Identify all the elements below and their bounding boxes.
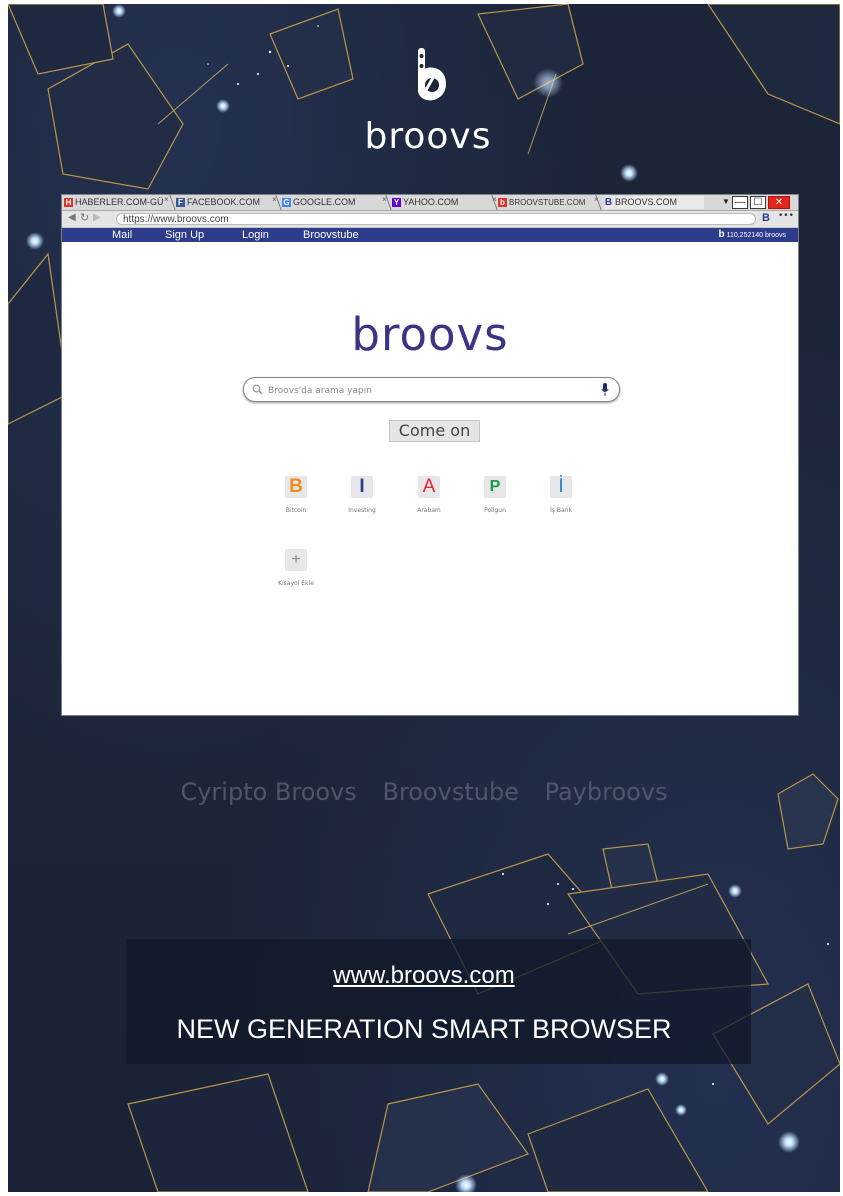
top-link-bar: Mail Sign Up Login Broovstube b 110,25214…: [62, 228, 798, 242]
tagline: NEW GENERATION SMART BROWSER: [176, 1014, 672, 1044]
facebook-favicon-icon: F: [176, 198, 185, 208]
broovs-favicon-icon: B: [604, 197, 613, 209]
poligun-shortcut-icon: P: [484, 476, 506, 498]
broovstube-favicon-icon: b: [498, 198, 507, 208]
haberler-favicon-icon: H: [64, 198, 73, 208]
broovs-counter-icon: b: [718, 229, 725, 240]
product-cyripto-broovs: Cyripto Broovs: [180, 778, 357, 806]
shortcut-label: Poligun: [484, 507, 506, 514]
tab-broovstube[interactable]: bBROOVSTUBE.COM ×: [498, 195, 599, 209]
tab-label: GOOGLE.COM: [293, 197, 356, 207]
bitcoin-shortcut-icon: B: [285, 476, 307, 498]
product-broovstube: Broovstube: [382, 778, 519, 806]
browser-window: H HABERLER.COM-GÜ × F FACEBOOK.COM × G GOOG…: [61, 194, 799, 716]
shortcut-label: Arabam: [417, 507, 441, 514]
counter-value: 110,252140 broovs: [726, 232, 786, 239]
yahoo-favicon-icon: Y: [392, 198, 401, 208]
reload-icon[interactable]: ↻: [80, 211, 89, 224]
tab-label: BROOVSTUBE.COM: [509, 198, 586, 207]
site-url-link[interactable]: www.broovs.com: [333, 962, 514, 989]
product-paybroovs: Paybroovs: [544, 778, 668, 806]
tab-facebook[interactable]: F FACEBOOK.COM ×: [176, 195, 277, 209]
investing-shortcut-icon: I: [351, 476, 373, 498]
tab-haberler[interactable]: H HABERLER.COM-GÜ ×: [64, 193, 169, 209]
address-bar: ◀ ↻ ▶ https://www.broovs.com B •••: [62, 211, 798, 228]
broovs-logo-icon: [398, 44, 458, 114]
page-logo-text: broovs: [351, 308, 509, 361]
tab-broovs-active[interactable]: B BROOVS.COM: [604, 196, 704, 209]
shortcut-isbank[interactable]: İ İş Bank: [536, 476, 586, 514]
forward-arrow-icon[interactable]: ▶: [93, 212, 101, 223]
menu-dots-icon[interactable]: •••: [778, 211, 794, 221]
url-field[interactable]: https://www.broovs.com: [116, 213, 756, 225]
nav-link-mail[interactable]: Mail: [112, 228, 132, 242]
footer-band: [126, 939, 751, 1064]
arabam-shortcut-icon: A: [418, 476, 440, 498]
shortcut-label: Bitcoin: [285, 507, 307, 514]
tab-label: YAHOO.COM: [403, 197, 459, 207]
nav-link-login[interactable]: Login: [242, 228, 269, 242]
close-window-icon[interactable]: ✕: [768, 196, 790, 209]
tab-google[interactable]: G GOOGLE.COM ×: [282, 195, 387, 209]
search-box[interactable]: [243, 377, 620, 402]
tab-close-icon[interactable]: ×: [164, 193, 169, 206]
brand-logo: broovs: [348, 44, 508, 157]
tab-bar: H HABERLER.COM-GÜ × F FACEBOOK.COM × G GOOG…: [62, 195, 798, 211]
shortcut-label: Investing: [348, 507, 376, 514]
nav-link-signup[interactable]: Sign Up: [165, 228, 204, 242]
isbank-shortcut-icon: İ: [550, 476, 572, 498]
search-submit-button[interactable]: Come on: [389, 420, 480, 442]
product-list: Cyripto Broovs Broovstube Paybroovs: [8, 778, 840, 806]
minimize-icon[interactable]: —: [732, 196, 748, 209]
add-shortcut[interactable]: + Kısayol Ekle: [271, 549, 321, 587]
site-url: www.broovs.com: [8, 962, 840, 990]
tab-label: HABERLER.COM-GÜ: [75, 197, 164, 207]
search-icon: [252, 384, 263, 395]
search-input[interactable]: [266, 382, 590, 399]
shortcut-label: Kısayol Ekle: [278, 580, 314, 587]
promo-poster: broovs H HABERLER.COM-GÜ × F FACEBOOK.COM …: [8, 4, 840, 1192]
maximize-icon[interactable]: ☐: [750, 196, 766, 209]
tab-yahoo[interactable]: Y YAHOO.COM ×: [392, 195, 497, 209]
broovs-extension-icon[interactable]: B: [762, 212, 770, 224]
tab-label: BROOVS.COM: [615, 197, 678, 207]
google-favicon-icon: G: [282, 198, 291, 208]
shortcut-investing[interactable]: I Investing: [337, 476, 387, 514]
shortcut-poligun[interactable]: P Poligun: [470, 476, 520, 514]
page-logo: broovs: [62, 308, 798, 361]
add-icon: +: [285, 549, 307, 571]
shortcut-arabam[interactable]: A Arabam: [404, 476, 454, 514]
microphone-icon[interactable]: [601, 383, 609, 397]
back-arrow-icon[interactable]: ◀: [68, 212, 76, 223]
shortcut-label: İş Bank: [550, 507, 572, 514]
nav-link-broovstube[interactable]: Broovstube: [303, 228, 359, 242]
tab-label: FACEBOOK.COM: [187, 197, 261, 207]
shortcut-bitcoin[interactable]: B Bitcoin: [271, 476, 321, 514]
brand-wordmark: broovs: [364, 116, 492, 157]
broovs-counter: b 110,252140 broovs: [718, 228, 786, 243]
